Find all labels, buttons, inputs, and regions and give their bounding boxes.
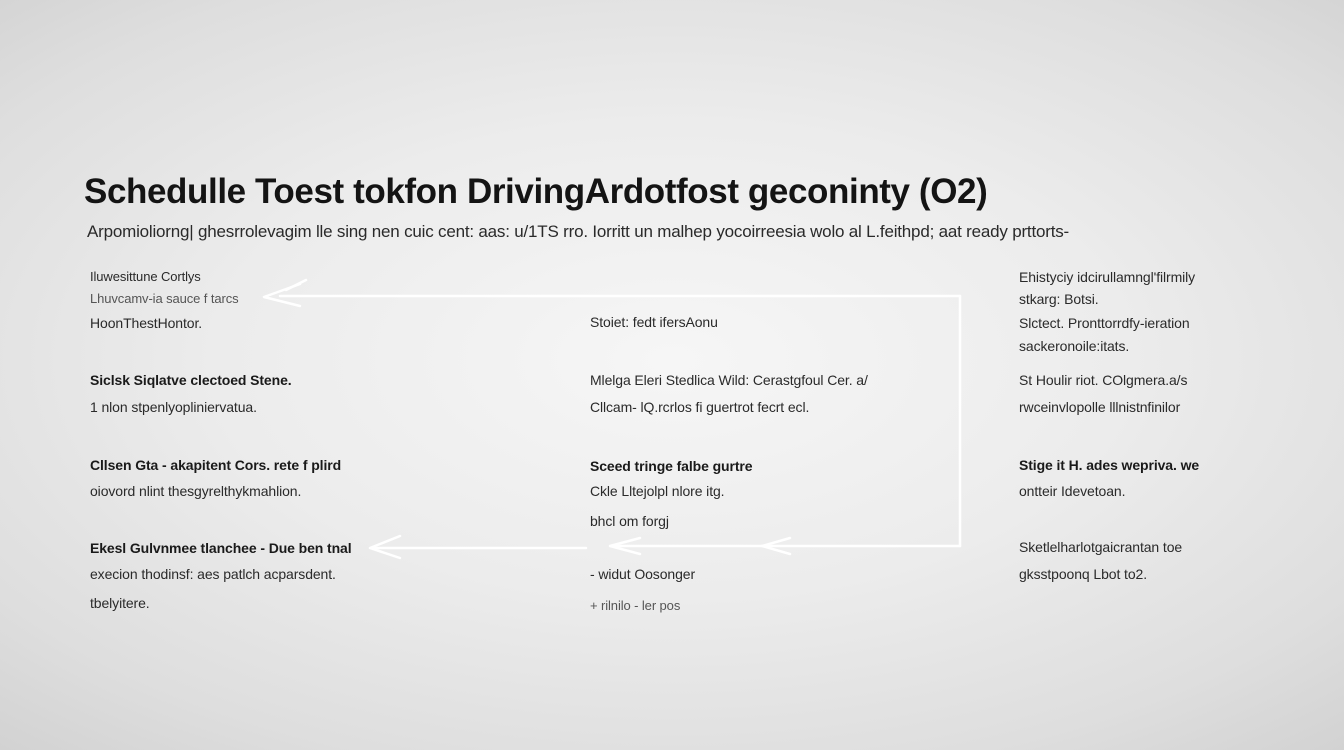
middle-item-1: Stoiet: fedt ifersAonu: [590, 314, 718, 330]
right-item-9: Sketlelharlotgaicrantan toe: [1019, 539, 1183, 555]
middle-item-3: Cllcam- lQ.rcrlos fi guertrot fecrt ecl.: [590, 399, 810, 415]
left-item-5: 1 nlon stpenlyopliniervatua.: [90, 399, 257, 415]
left-item-6: Cllsen Gta - akapitent Cors. rete f plir…: [90, 457, 342, 473]
middle-item-2: Mlelga Eleri Stedlica Wild: Cerastgfoul …: [590, 372, 868, 388]
middle-item-5: Ckle Lltejolpl nlore itg.: [590, 483, 725, 499]
left-item-4: Siclsk Siqlatve clectoed Stene.: [90, 372, 292, 388]
left-item-8: Ekesl Gulvnmee tlanchee - Due ben tnal: [90, 540, 352, 556]
left-item-7: oiovord nlint thesgyrelthykmahlion.: [90, 483, 302, 499]
right-item-2: stkarg: Botsi.: [1019, 291, 1099, 307]
right-item-10: gksstpoonq Lbot to2.: [1019, 566, 1147, 582]
left-item-1: Iluwesittune Cortlys: [90, 269, 201, 284]
right-item-8: ontteir Idevetoan.: [1019, 483, 1126, 499]
right-item-1: Ehistyciy idcirullamngl'filrmily: [1019, 269, 1196, 285]
middle-item-7: - widut Oosonger: [590, 566, 696, 582]
left-item-9: execion thodinsf: aes patlch acparsdent.: [90, 566, 336, 582]
middle-item-4: Sceed tringe falbe gurtre: [590, 458, 753, 474]
right-item-3: Slctect. Pronttorrdfy-ieration: [1019, 315, 1190, 331]
left-item-10: tbelyitere.: [90, 595, 150, 611]
right-item-7: Stige it H. ades wepriva. we: [1019, 457, 1200, 473]
right-item-5: St Houlir riot. COlgmera.a/s: [1019, 372, 1188, 388]
middle-item-8: + rilnilo - ler pos: [590, 598, 681, 613]
right-item-4: sackeronoile:itats.: [1019, 338, 1130, 354]
right-item-6: rwceinvlopolle lllnistnfinilor: [1019, 399, 1181, 415]
left-item-2: Lhuvcamv-ia sauce f tarcs: [90, 291, 239, 306]
middle-item-6: bhcl om forgj: [590, 513, 669, 529]
left-item-3: HoonThestHontor.: [90, 315, 203, 331]
